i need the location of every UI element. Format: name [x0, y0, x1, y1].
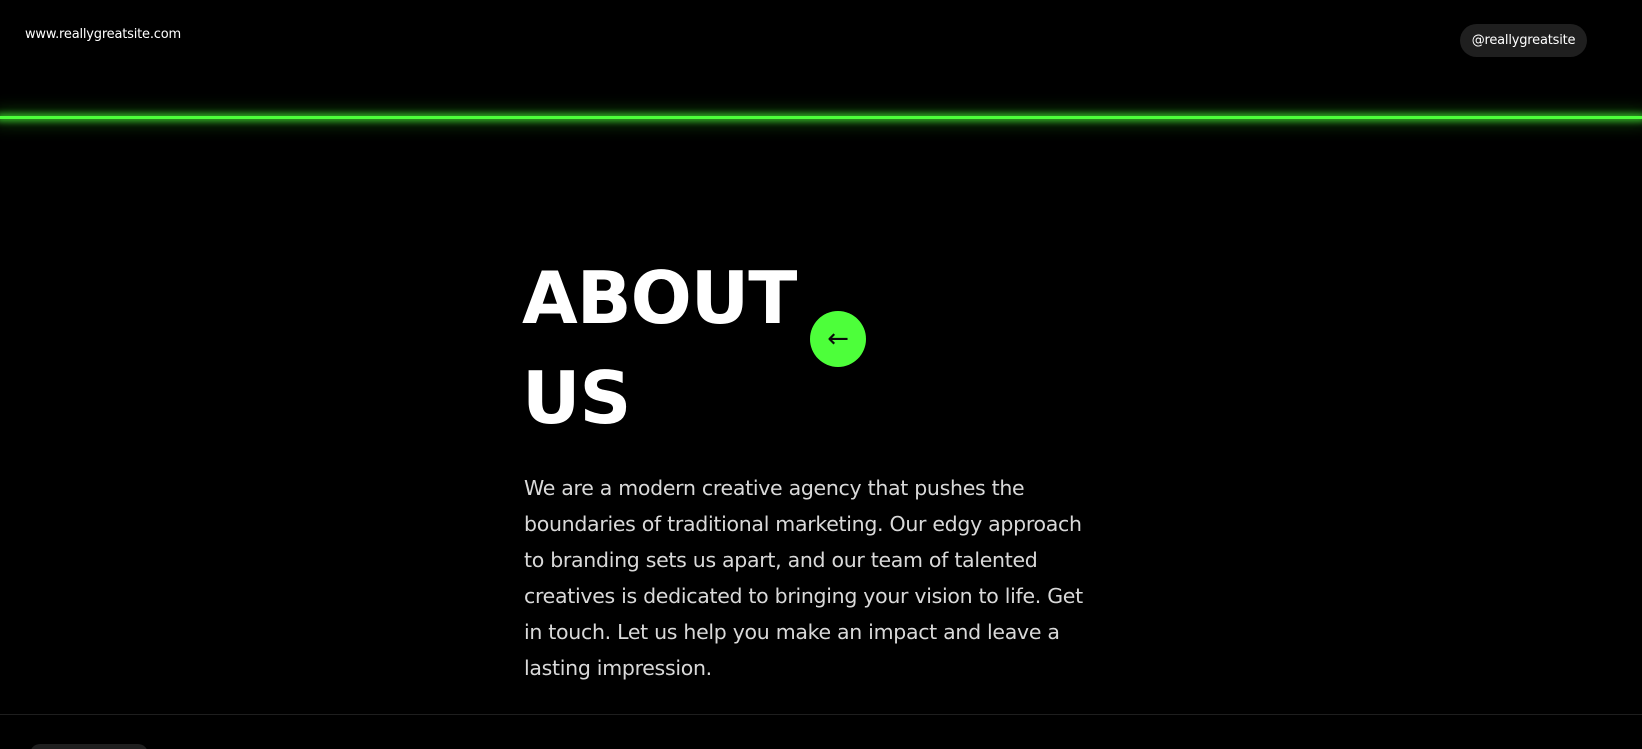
title-line-us: US [522, 356, 631, 440]
site-url-link[interactable]: www.reallygreatsite.com [25, 27, 181, 42]
bottom-pill-button[interactable] [30, 744, 148, 749]
about-description: We are a modern creative agency that pus… [524, 476, 1083, 680]
title-line-about: ABOUT [522, 256, 797, 340]
section-divider [0, 714, 1642, 715]
about-page: www.reallygreatsite.com @reallygreatsite… [0, 0, 1642, 749]
glow-divider [0, 116, 1642, 119]
arrow-left-icon: ← [827, 324, 849, 354]
page-title: ABOUT US [522, 248, 797, 448]
social-handle-badge[interactable]: @reallygreatsite [1460, 24, 1587, 57]
back-button[interactable]: ← [810, 311, 866, 367]
